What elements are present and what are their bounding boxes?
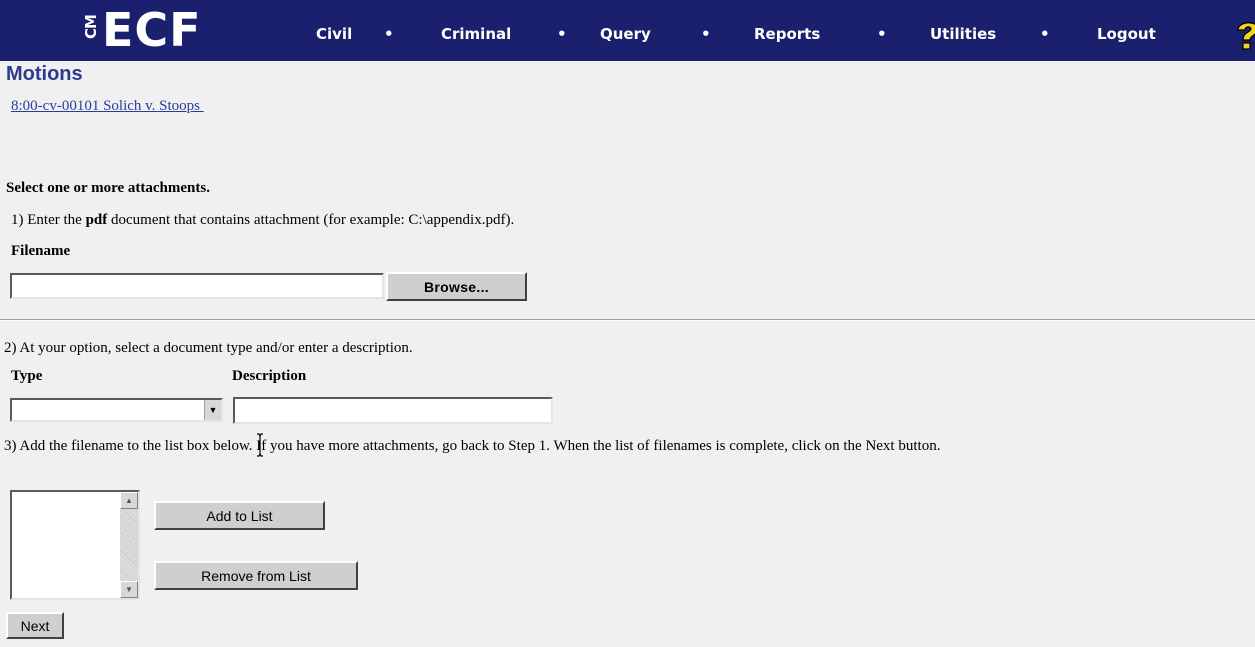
filename-label: Filename <box>11 243 71 259</box>
logo-text: ECF <box>102 3 202 57</box>
nav-logout[interactable]: Logout <box>1097 0 1156 61</box>
step2-instruction: 2) At your option, select a document typ… <box>4 340 413 356</box>
step1-instruction: 1) Enter the pdf document that contains … <box>11 212 514 229</box>
nav-civil[interactable]: Civil <box>316 0 352 61</box>
listbox-scrollbar[interactable]: ▲ ▼ <box>120 492 138 598</box>
chevron-down-icon[interactable]: ▼ <box>204 400 221 420</box>
description-input[interactable] <box>233 397 553 424</box>
nav-separator: • <box>557 25 567 43</box>
logo-prefix: CM <box>82 15 100 39</box>
next-button[interactable]: Next <box>6 612 64 639</box>
nav-separator: • <box>877 25 887 43</box>
case-link[interactable]: 8:00-cv-00101 Solich v. Stoops <box>11 98 204 115</box>
description-label: Description <box>232 368 307 384</box>
nav-criminal[interactable]: Criminal <box>441 0 511 61</box>
nav-separator: • <box>1040 25 1050 43</box>
step3-instruction: 3) Add the filename to the list box belo… <box>4 438 941 454</box>
step1-text-start: 1) Enter the <box>11 212 86 228</box>
browse-button[interactable]: Browse... <box>386 272 527 301</box>
cmecf-logo: CM ECF <box>82 2 202 58</box>
nav-separator: • <box>384 25 394 43</box>
text-cursor-icon <box>257 433 263 457</box>
attachments-listbox[interactable]: ▲ ▼ <box>10 490 140 600</box>
filename-input[interactable] <box>10 273 384 299</box>
add-to-list-button[interactable]: Add to List <box>154 501 325 530</box>
nav-reports[interactable]: Reports <box>754 0 820 61</box>
step1-text-end: document that contains attachment (for e… <box>107 212 515 228</box>
form-heading: Select one or more attachments. <box>6 180 210 196</box>
top-nav-bar: CM ECF Civil • Criminal • Query • Report… <box>0 0 1255 61</box>
remove-from-list-button[interactable]: Remove from List <box>154 561 358 590</box>
scroll-up-icon[interactable]: ▲ <box>120 492 138 509</box>
type-label: Type <box>11 368 43 384</box>
section-divider <box>0 319 1255 321</box>
page-title: Motions <box>6 63 83 85</box>
type-select[interactable]: ▼ <box>10 398 223 422</box>
nav-separator: • <box>701 25 711 43</box>
nav-utilities[interactable]: Utilities <box>930 0 996 61</box>
nav-query[interactable]: Query <box>600 0 651 61</box>
scroll-down-icon[interactable]: ▼ <box>120 581 138 598</box>
step1-pdf-emphasis: pdf <box>85 212 108 228</box>
help-icon[interactable] <box>1234 18 1255 50</box>
